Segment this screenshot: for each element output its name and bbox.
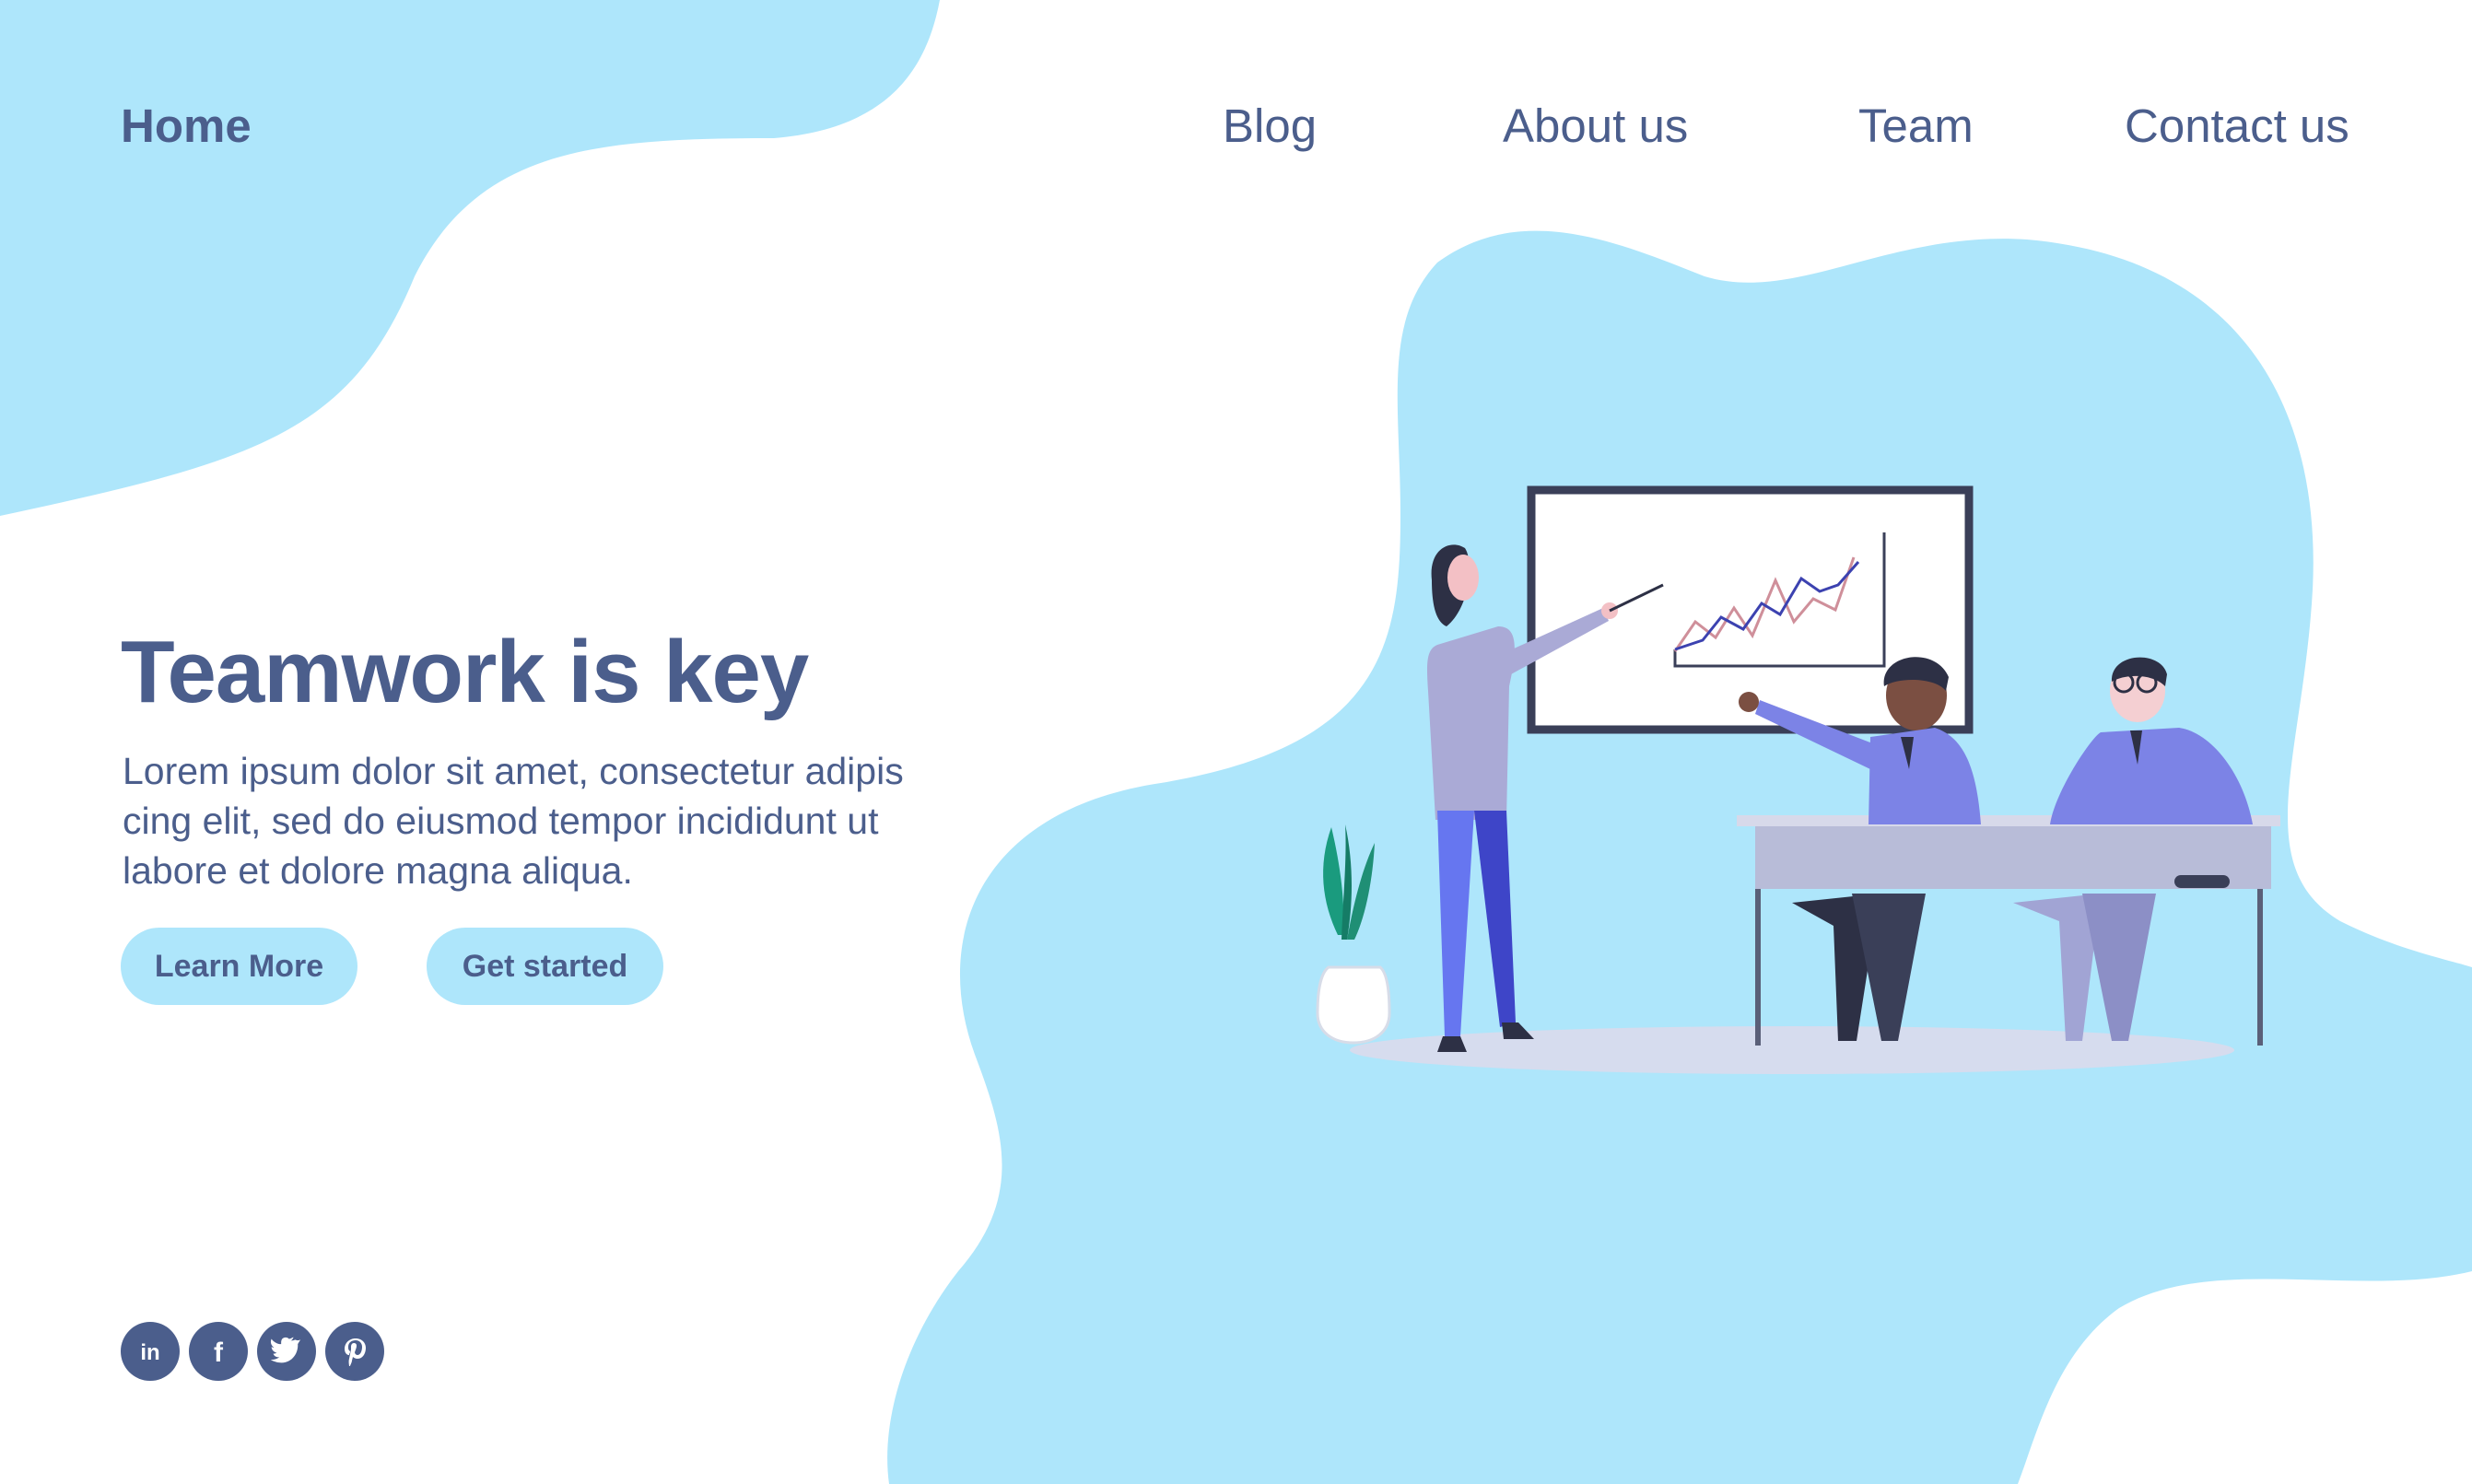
learn-more-button[interactable]: Learn More bbox=[121, 928, 357, 1005]
floor-shadow bbox=[1350, 1026, 2234, 1074]
desk-icon bbox=[1737, 815, 2280, 1046]
nav-blog[interactable]: Blog bbox=[1223, 99, 1317, 153]
nav-team[interactable]: Team bbox=[1858, 99, 1974, 153]
social-links: in f bbox=[121, 1322, 384, 1381]
team-meeting-illustration bbox=[1316, 485, 2280, 1074]
facebook-icon[interactable]: f bbox=[189, 1322, 248, 1381]
top-left-blob bbox=[0, 0, 940, 516]
nav-about-us[interactable]: About us bbox=[1503, 99, 1688, 153]
hero-title: Teamwork is key bbox=[121, 623, 809, 721]
hero-description-line-3: labore et dolore magna aliqua. bbox=[123, 849, 633, 892]
nav-home[interactable]: Home bbox=[121, 99, 252, 153]
top-navigation: Home Blog About us Team Contact us bbox=[0, 99, 2472, 154]
linkedin-icon[interactable]: in bbox=[121, 1322, 180, 1381]
plant-icon bbox=[1316, 824, 1391, 1045]
get-started-button[interactable]: Get started bbox=[427, 928, 663, 1005]
twitter-icon[interactable] bbox=[257, 1322, 316, 1381]
svg-text:in: in bbox=[140, 1340, 159, 1365]
nav-contact-us[interactable]: Contact us bbox=[2125, 99, 2349, 153]
hero-description: Lorem ipsum dolor sit amet, consectetur … bbox=[123, 746, 1007, 895]
pinterest-icon[interactable] bbox=[325, 1322, 384, 1381]
hero-description-line-1: Lorem ipsum dolor sit amet, consectetur … bbox=[123, 750, 904, 792]
svg-text:f: f bbox=[214, 1338, 224, 1368]
hero-description-line-2: cing elit, sed do eiusmod tempor incidid… bbox=[123, 800, 879, 842]
